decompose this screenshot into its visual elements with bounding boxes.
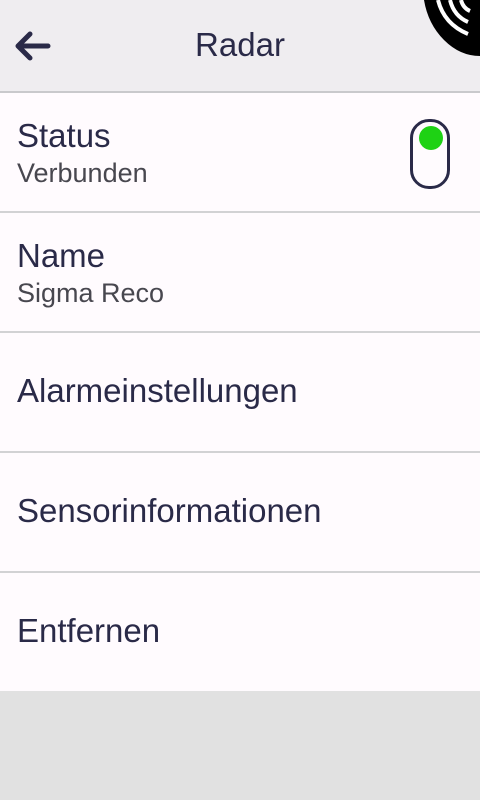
toggle-knob [419, 126, 443, 150]
alarm-settings-label: Alarmeinstellungen [17, 372, 298, 409]
settings-list: Status Verbunden Name Sigma Reco Alarmei… [0, 93, 480, 692]
name-title: Name [17, 237, 106, 274]
name-value: Sigma Reco [17, 278, 165, 308]
empty-area [0, 691, 480, 800]
status-title: Status [17, 117, 111, 154]
screen: Radar Status Verbunden Name Sigma Reco A… [0, 0, 480, 800]
app-header: Radar [0, 0, 480, 93]
status-row[interactable]: Status Verbunden [0, 93, 480, 213]
alarm-settings-row[interactable]: Alarmeinstellungen [0, 333, 480, 453]
name-row[interactable]: Name Sigma Reco [0, 213, 480, 333]
status-toggle[interactable] [410, 119, 450, 189]
sensor-info-row[interactable]: Sensorinformationen [0, 453, 480, 573]
remove-row[interactable]: Entfernen [0, 573, 480, 692]
sensor-info-label: Sensorinformationen [17, 492, 322, 529]
status-value: Verbunden [17, 158, 148, 188]
nfc-signal-icon [424, 0, 480, 56]
page-title: Radar [195, 26, 285, 63]
remove-label: Entfernen [17, 612, 161, 649]
